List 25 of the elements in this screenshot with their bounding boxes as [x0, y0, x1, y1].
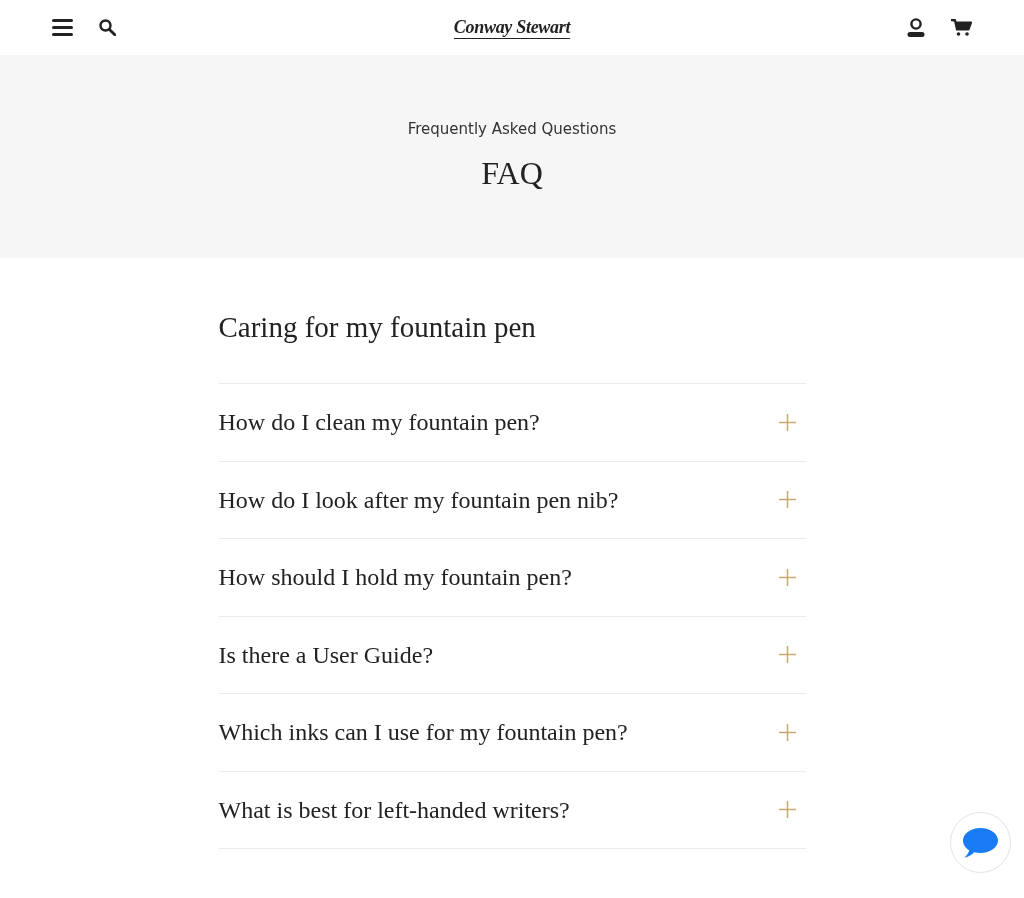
- section-heading: Caring for my fountain pen: [218, 310, 537, 345]
- hero-title: FAQ: [481, 154, 543, 192]
- faq-question: How do I clean my fountain pen?: [218, 408, 540, 438]
- faq-question-row[interactable]: What is best for left-handed writers?: [218, 770, 806, 848]
- cart-button[interactable]: [951, 19, 972, 36]
- faq-question: What is best for left-handed writers?: [218, 795, 570, 825]
- menu-icon: [52, 19, 73, 36]
- hero-subtitle: Frequently Asked Questions: [407, 119, 617, 139]
- faq-question-row[interactable]: Is there a User Guide?: [218, 615, 806, 693]
- faq-question-row[interactable]: How should I hold my fountain pen?: [218, 538, 806, 616]
- faq-question: Which inks can I use for my fountain pen?: [218, 718, 628, 748]
- search-icon: [99, 19, 116, 36]
- faq-question: Is there a User Guide?: [218, 640, 434, 670]
- faq-question: How do I look after my fountain pen nib?: [218, 485, 619, 515]
- account-button[interactable]: [907, 17, 925, 38]
- brand-logo[interactable]: Conway Stewart: [453, 16, 571, 39]
- person-icon: [907, 18, 925, 37]
- faq-question-row[interactable]: How do I clean my fountain pen?: [218, 383, 806, 461]
- menu-button[interactable]: [52, 18, 73, 37]
- chat-bubble-icon: [963, 827, 998, 858]
- faq-question-row[interactable]: How do I look after my fountain pen nib?: [218, 460, 806, 538]
- faq-question-row[interactable]: Which inks can I use for my fountain pen?: [218, 693, 806, 771]
- search-button[interactable]: [99, 19, 116, 36]
- cart-icon: [951, 19, 972, 36]
- faq-question: How should I hold my fountain pen?: [218, 563, 572, 593]
